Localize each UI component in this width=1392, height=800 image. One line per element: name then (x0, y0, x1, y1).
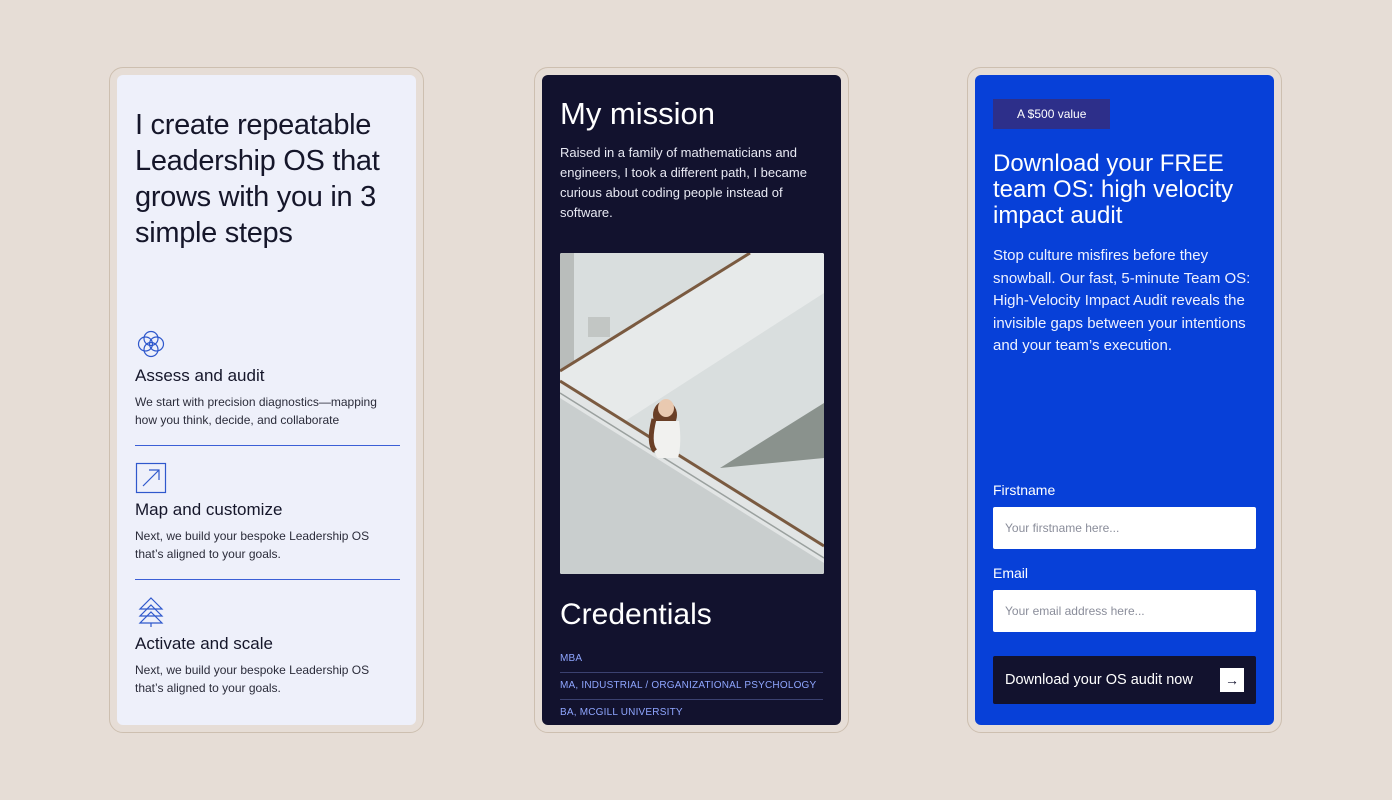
credential-item: MBA (560, 646, 823, 673)
value-badge: A $500 value (993, 99, 1111, 129)
step-assess: Assess and audit We start with precision… (135, 328, 400, 445)
step-title: Assess and audit (135, 366, 265, 385)
steps-list: Assess and audit We start with precision… (135, 328, 400, 713)
firstname-label: Firstname (993, 482, 1056, 498)
audit-form: Firstname Email Download your OS audit n… (993, 480, 1256, 704)
mission-text: Raised in a family of mathematicians and… (560, 145, 807, 220)
step-description: We start with precision diagnostics—mapp… (135, 395, 377, 427)
email-input[interactable] (993, 590, 1256, 632)
step-title: Activate and scale (135, 634, 273, 653)
stacked-triangles-icon (138, 597, 164, 627)
steps-heading: I create repeatable Leadership OS that g… (135, 109, 380, 249)
audit-card: A $500 value Download your FREE team OS:… (975, 75, 1274, 725)
credentials-title: Credentials (560, 598, 712, 631)
step-map: Map and customize Next, we build your be… (135, 445, 400, 579)
steps-card: I create repeatable Leadership OS that g… (117, 75, 416, 725)
interlocking-circles-icon (137, 330, 165, 358)
mission-card: My mission Raised in a family of mathema… (542, 75, 841, 725)
arrow-right-icon: → (1220, 668, 1244, 692)
steps-card-frame: I create repeatable Leadership OS that g… (109, 67, 424, 733)
email-field-group: Email (993, 563, 1256, 632)
arrow-up-right-square-icon (135, 462, 167, 494)
mission-title: My mission (560, 96, 716, 131)
escalator-portrait-photo (560, 253, 824, 574)
step-activate: Activate and scale Next, we build your b… (135, 579, 400, 713)
step-description: Next, we build your bespoke Leadership O… (135, 529, 370, 561)
mission-card-frame: My mission Raised in a family of mathema… (534, 67, 849, 733)
email-label: Email (993, 565, 1029, 581)
download-audit-button-label: Download your OS audit now (1005, 672, 1193, 688)
audit-description: Stop culture misfires before they snowba… (993, 247, 1251, 354)
step-description: Next, we build your bespoke Leadership O… (135, 663, 370, 695)
credential-item: BA, McGill University (560, 707, 683, 718)
credential-item: MA, Industrial / Organizational Psycholo… (560, 673, 823, 700)
firstname-input[interactable] (993, 507, 1256, 549)
download-audit-button[interactable]: Download your OS audit now → (993, 656, 1256, 704)
audit-title: Download your FREE team OS: high velocit… (993, 150, 1234, 229)
audit-card-frame: A $500 value Download your FREE team OS:… (967, 67, 1282, 733)
step-title: Map and customize (135, 500, 283, 519)
firstname-field-group: Firstname (993, 480, 1256, 549)
credentials-list: MBA MA, Industrial / Organizational Psyc… (560, 646, 823, 725)
